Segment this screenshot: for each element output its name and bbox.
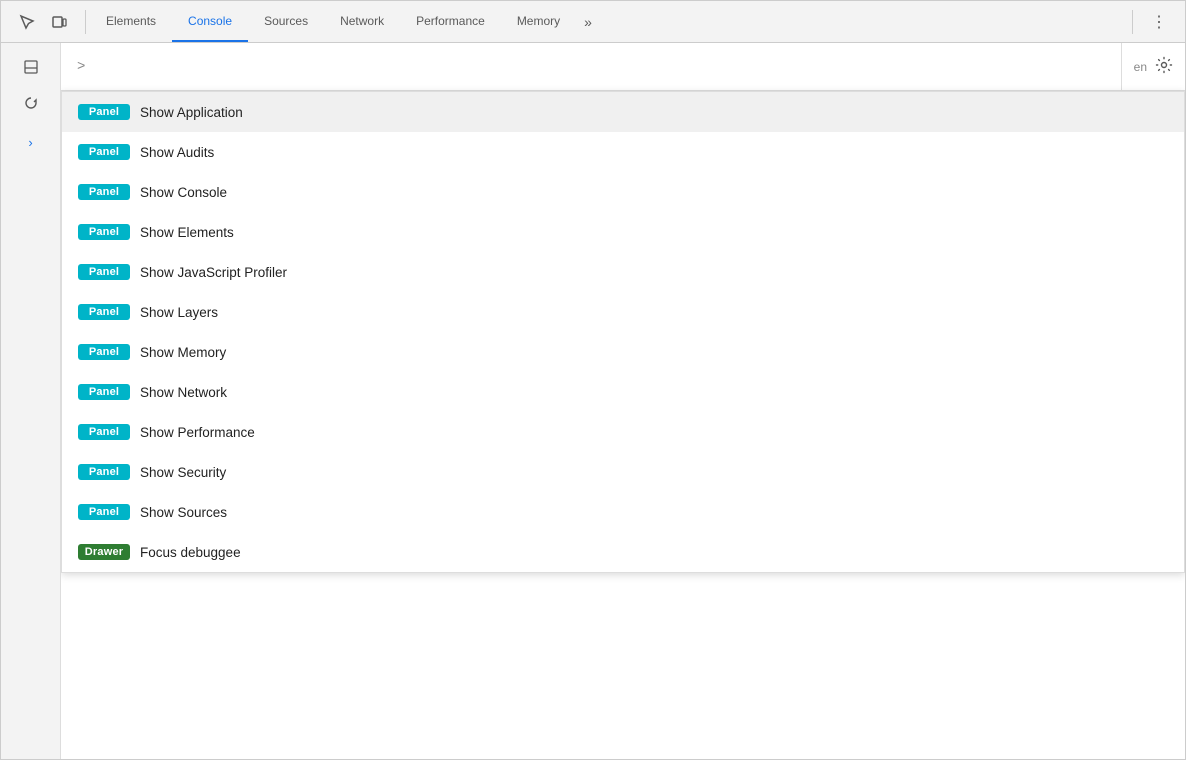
inspect-icon-btn[interactable] xyxy=(13,8,41,36)
console-drawer-icon xyxy=(24,60,38,74)
dropdown-item[interactable]: Panel Show Console xyxy=(62,172,1184,212)
devtools-window: Elements Console Sources Network Perform… xyxy=(0,0,1186,760)
sidebar: › xyxy=(1,43,61,759)
tab-separator xyxy=(85,10,86,34)
device-icon-btn[interactable] xyxy=(45,8,73,36)
badge-panel: Panel xyxy=(78,384,130,400)
console-input[interactable] xyxy=(93,59,1104,74)
dropdown-item[interactable]: Panel Show Sources xyxy=(62,492,1184,532)
dropdown-item[interactable]: Panel Show Layers xyxy=(62,292,1184,332)
dropdown-item-label: Show Memory xyxy=(140,345,226,360)
main-area: › > en xyxy=(1,43,1185,759)
badge-panel: Panel xyxy=(78,264,130,280)
badge-panel: Panel xyxy=(78,224,130,240)
badge-panel: Panel xyxy=(78,144,130,160)
tab-bar-left-icons xyxy=(5,8,81,36)
dropdown-item[interactable]: Panel Show JavaScript Profiler xyxy=(62,252,1184,292)
dropdown-item[interactable]: Panel Show Performance xyxy=(62,412,1184,452)
dropdown-item-label: Show Audits xyxy=(140,145,214,160)
tab-more-button[interactable]: » xyxy=(576,1,600,42)
dropdown-item-label: Show Elements xyxy=(140,225,234,240)
inspect-icon xyxy=(19,14,35,30)
tab-console[interactable]: Console xyxy=(172,1,248,42)
badge-panel: Panel xyxy=(78,504,130,520)
badge-panel: Panel xyxy=(78,464,130,480)
dropdown-item-label: Show Network xyxy=(140,385,227,400)
refresh-icon xyxy=(24,96,38,110)
dropdown-item-label: Show Console xyxy=(140,185,227,200)
dropdown-item[interactable]: Drawer Focus debuggee xyxy=(62,532,1184,572)
dropdown-item-label: Show JavaScript Profiler xyxy=(140,265,287,280)
dropdown-item[interactable]: Panel Show Elements xyxy=(62,212,1184,252)
more-options-button[interactable]: ⋮ xyxy=(1145,8,1173,36)
badge-panel: Panel xyxy=(78,184,130,200)
dropdown-item-label: Show Application xyxy=(140,105,243,120)
tab-bar-right: ⋮ xyxy=(1137,8,1181,36)
dropdown-item-label: Focus debuggee xyxy=(140,545,241,560)
tab-bar: Elements Console Sources Network Perform… xyxy=(1,1,1185,43)
tab-network[interactable]: Network xyxy=(324,1,400,42)
badge-panel: Panel xyxy=(78,424,130,440)
autocomplete-dropdown: PanelShow ApplicationPanelShow AuditsPan… xyxy=(61,91,1185,573)
tab-memory[interactable]: Memory xyxy=(501,1,576,42)
dropdown-item-label: Show Sources xyxy=(140,505,227,520)
dropdown-item-label: Show Security xyxy=(140,465,226,480)
dropdown-item-label: Show Layers xyxy=(140,305,218,320)
device-icon xyxy=(51,14,67,30)
dropdown-item[interactable]: Panel Show Application xyxy=(62,92,1184,132)
console-input-row: > en xyxy=(61,43,1185,91)
dropdown-item[interactable]: Panel Show Audits xyxy=(62,132,1184,172)
show-console-drawer-btn[interactable] xyxy=(15,51,47,83)
refresh-btn[interactable] xyxy=(15,87,47,119)
context-label: en xyxy=(1134,60,1147,74)
tabs-container: Elements Console Sources Network Perform… xyxy=(90,1,1128,42)
tab-elements[interactable]: Elements xyxy=(90,1,172,42)
tab-separator-right xyxy=(1132,10,1133,34)
badge-panel: Panel xyxy=(78,104,130,120)
console-prompt: > xyxy=(77,59,85,75)
tab-performance[interactable]: Performance xyxy=(400,1,501,42)
dropdown-item[interactable]: Panel Show Security xyxy=(62,452,1184,492)
console-toolbar-right: en xyxy=(1121,43,1185,90)
console-area: > en Panel Show Application Panel Show Audi… xyxy=(61,43,1185,759)
tab-sources[interactable]: Sources xyxy=(248,1,324,42)
badge-panel: Panel xyxy=(78,344,130,360)
console-input-area: > xyxy=(61,43,1121,90)
gear-icon xyxy=(1155,56,1173,74)
dropdown-item-label: Show Performance xyxy=(140,425,255,440)
dropdown-item[interactable]: Panel Show Network xyxy=(62,372,1184,412)
expand-arrow[interactable]: › xyxy=(24,131,36,154)
badge-panel: Panel xyxy=(78,304,130,320)
settings-gear-btn[interactable] xyxy=(1155,56,1173,77)
badge-drawer: Drawer xyxy=(78,544,130,560)
dropdown-item[interactable]: Panel Show Memory xyxy=(62,332,1184,372)
